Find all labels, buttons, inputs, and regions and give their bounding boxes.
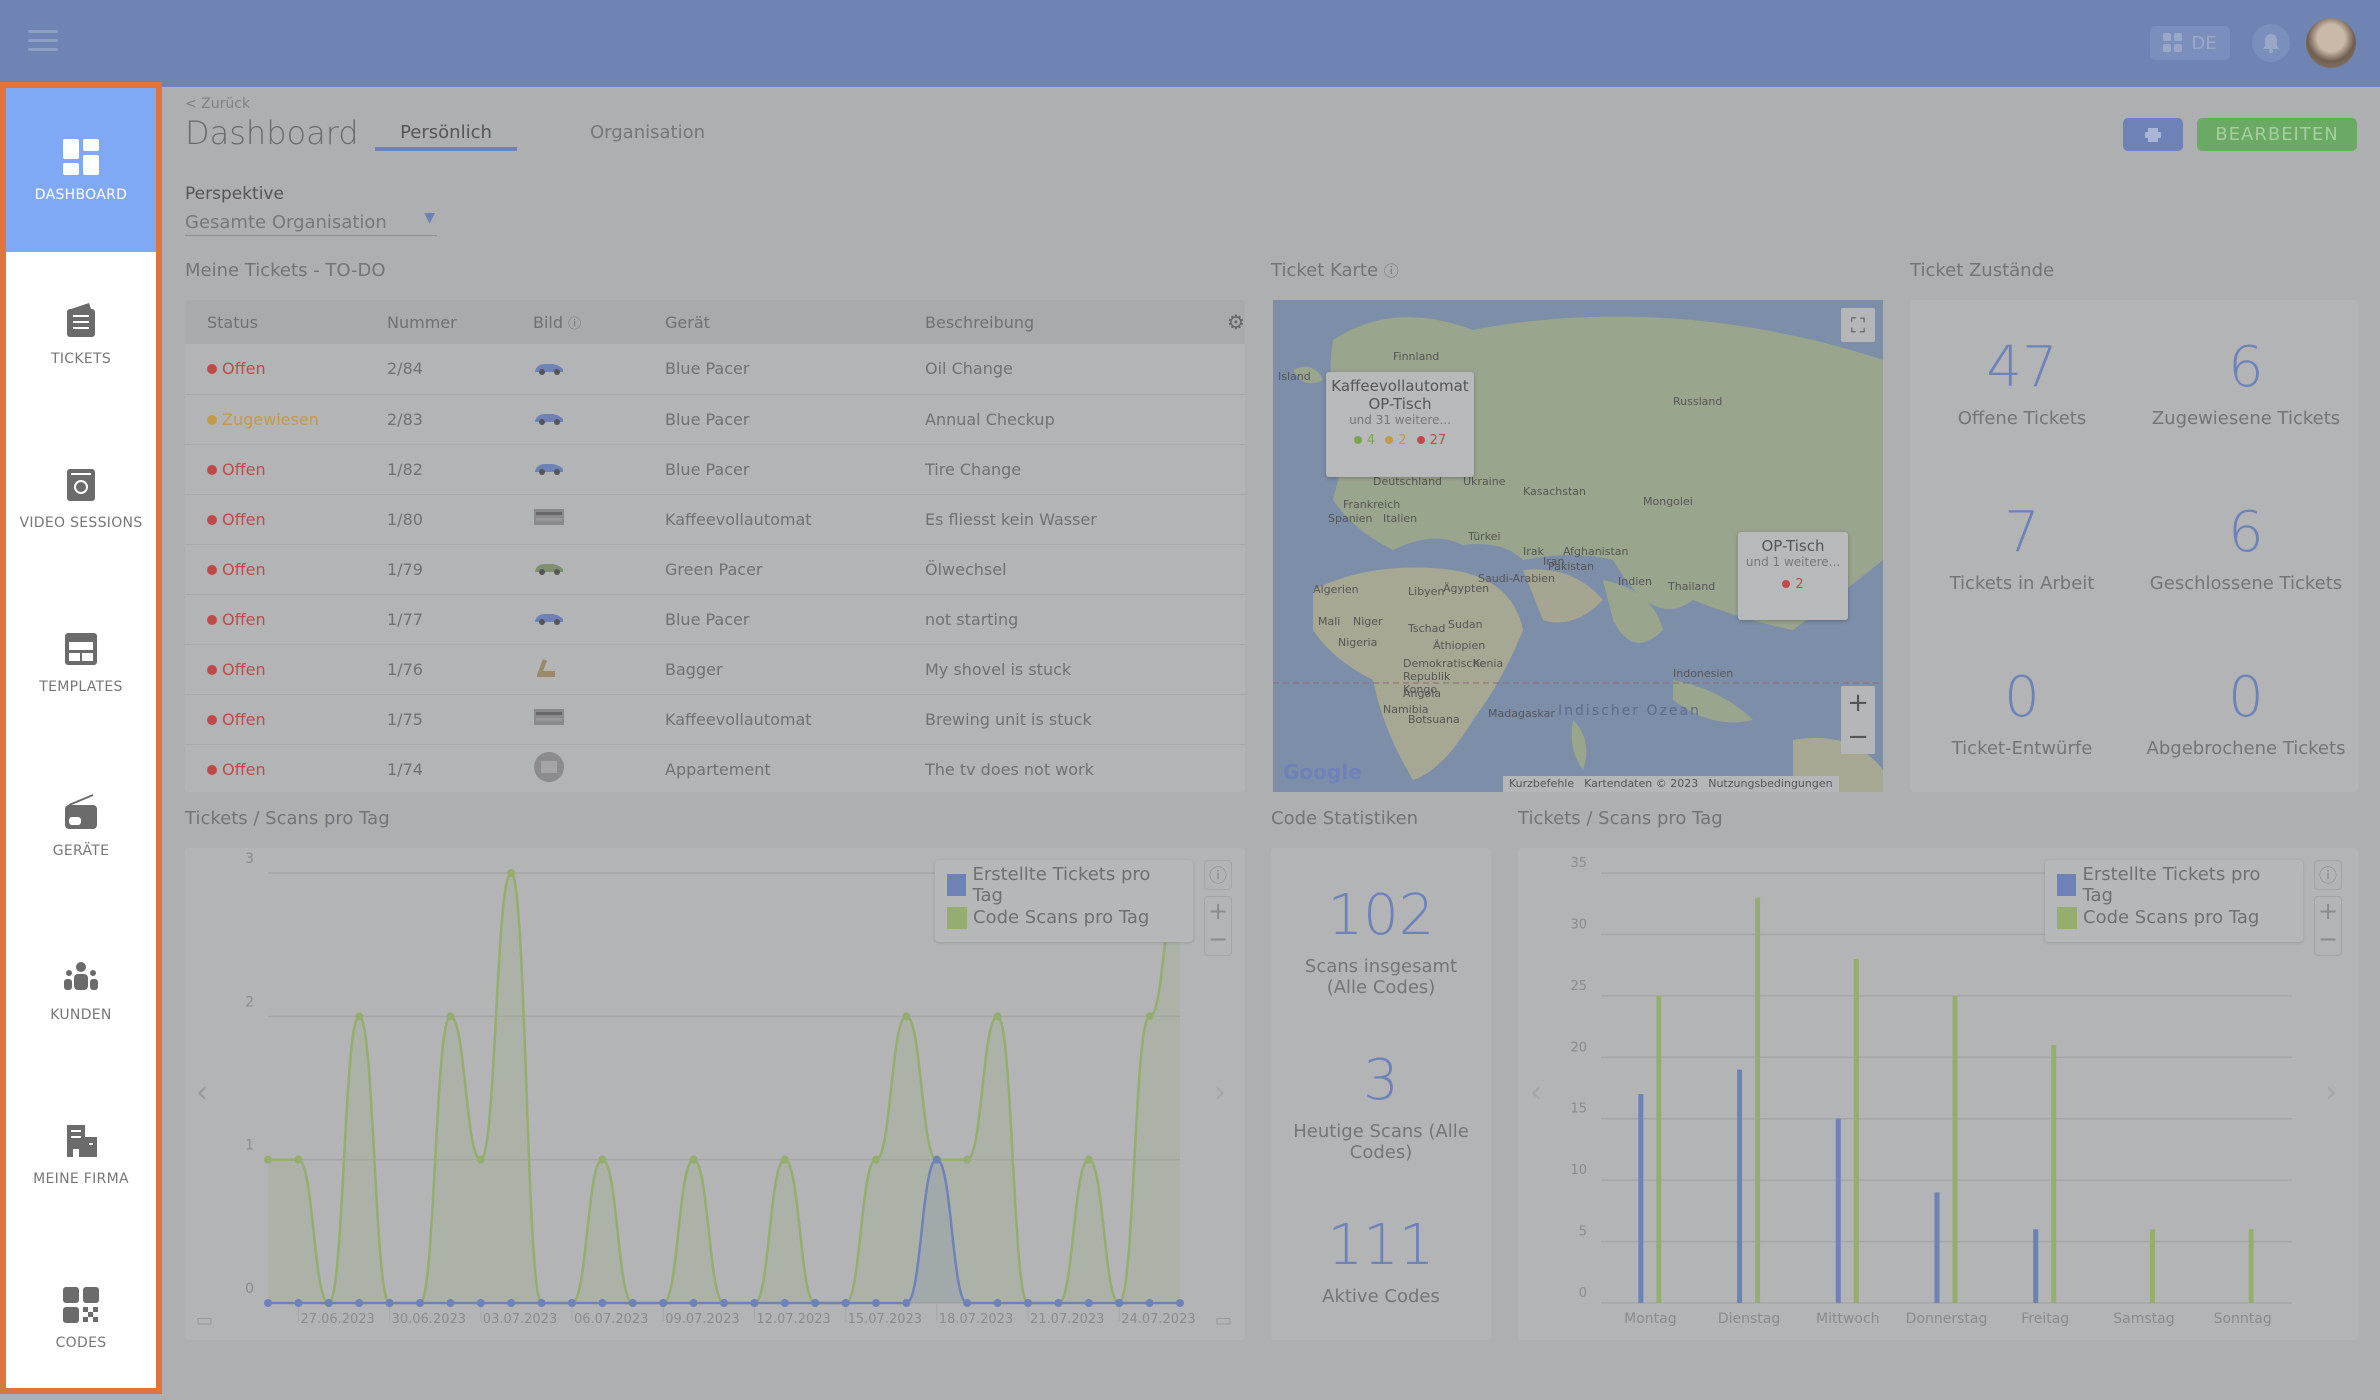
- bar: [1952, 995, 1958, 1303]
- x-tick-label: Sonntag: [2214, 1311, 2272, 1327]
- sidebar-item-video-sessions[interactable]: VIDEO SESSIONS: [6, 416, 156, 580]
- x-tick-label: Freitag: [2021, 1311, 2069, 1327]
- legend-label: Code Scans pro Tag: [2083, 907, 2260, 928]
- bar: [2033, 1229, 2039, 1303]
- bar: [1638, 1094, 1644, 1303]
- sidebar-item-label: TEMPLATES: [39, 679, 123, 695]
- sidebar-item-label: KUNDEN: [50, 1007, 112, 1023]
- info-button[interactable]: ⓘ: [2314, 860, 2342, 890]
- y-tick-label: 35: [1570, 856, 1587, 871]
- sidebar-item-label: VIDEO SESSIONS: [19, 515, 143, 531]
- zoom-in-icon[interactable]: +: [2318, 897, 2338, 925]
- bar: [1755, 897, 1761, 1303]
- zoom-out-icon[interactable]: −: [2318, 925, 2338, 953]
- sidebar-item-codes[interactable]: CODES: [6, 1236, 156, 1400]
- y-tick-label: 30: [1570, 917, 1587, 932]
- sidebar-item-label: CODES: [55, 1335, 107, 1351]
- chevron-right-icon[interactable]: ›: [2325, 1075, 2337, 1110]
- legend-item[interactable]: Erstellte Tickets pro Tag: [2057, 864, 2291, 906]
- sidebar-item-label: TICKETS: [50, 351, 112, 367]
- bar: [2149, 1229, 2155, 1303]
- sidebar-item-meine-firma[interactable]: MEINE FIRMA: [6, 1072, 156, 1236]
- sidebar-item-dashboard[interactable]: DASHBOARD: [6, 88, 156, 252]
- bar: [1737, 1069, 1743, 1303]
- sidebar-item-label: GERÄTE: [52, 843, 110, 859]
- bar: [1656, 995, 1662, 1303]
- sidebar-item-tickets[interactable]: TICKETS: [6, 252, 156, 416]
- y-tick-label: 10: [1570, 1163, 1587, 1178]
- y-tick-label: 15: [1570, 1102, 1587, 1117]
- bar-chart: 0 5 10 15 20 25 30 35 Montag Dienstag Mittwoch Donn…: [1570, 856, 2292, 1327]
- radio-device-icon: [65, 794, 97, 829]
- sidebar-item-templates[interactable]: TEMPLATES: [6, 580, 156, 744]
- info-icon: ⓘ: [2319, 866, 2337, 887]
- bar: [2248, 1229, 2254, 1303]
- y-tick-label: 20: [1570, 1040, 1587, 1055]
- x-tick-label: Samstag: [2113, 1311, 2174, 1327]
- bar: [1934, 1192, 1940, 1303]
- y-tick-label: 5: [1579, 1225, 1587, 1240]
- bar: [1853, 959, 1859, 1303]
- sidebar: DASHBOARD TICKETS VIDEO SESSIONS TEMPLATES G…: [0, 82, 162, 1394]
- people-icon: [64, 962, 98, 990]
- ticket-icon: [67, 303, 95, 337]
- chart-zoom-controls: + −: [2314, 896, 2342, 956]
- x-tick-label: Montag: [1624, 1311, 1676, 1327]
- template-icon: [65, 633, 97, 665]
- x-tick-label: Donnerstag: [1906, 1311, 1988, 1327]
- sidebar-item-kunden[interactable]: KUNDEN: [6, 908, 156, 1072]
- bar-chart-legend: Erstellte Tickets pro Tag Code Scans pro…: [2045, 860, 2303, 942]
- qr-code-icon: [63, 1287, 99, 1323]
- y-tick-label: 25: [1570, 979, 1587, 994]
- sidebar-item-label: MEINE FIRMA: [33, 1171, 129, 1187]
- chevron-left-icon[interactable]: ‹: [1530, 1075, 1542, 1110]
- y-tick-label: 0: [1579, 1286, 1587, 1301]
- bar: [2051, 1045, 2057, 1303]
- legend-item[interactable]: Code Scans pro Tag: [2057, 901, 2291, 934]
- x-tick-label: Dienstag: [1718, 1311, 1780, 1327]
- x-tick-label: Mittwoch: [1816, 1311, 1880, 1327]
- building-icon: [67, 1125, 97, 1157]
- video-session-icon: [67, 469, 95, 501]
- legend-label: Erstellte Tickets pro Tag: [2082, 863, 2261, 906]
- dashboard-icon: [63, 139, 99, 175]
- bar: [1835, 1118, 1841, 1303]
- sidebar-item-geräte[interactable]: GERÄTE: [6, 744, 156, 908]
- sidebar-item-label: DASHBOARD: [34, 187, 128, 203]
